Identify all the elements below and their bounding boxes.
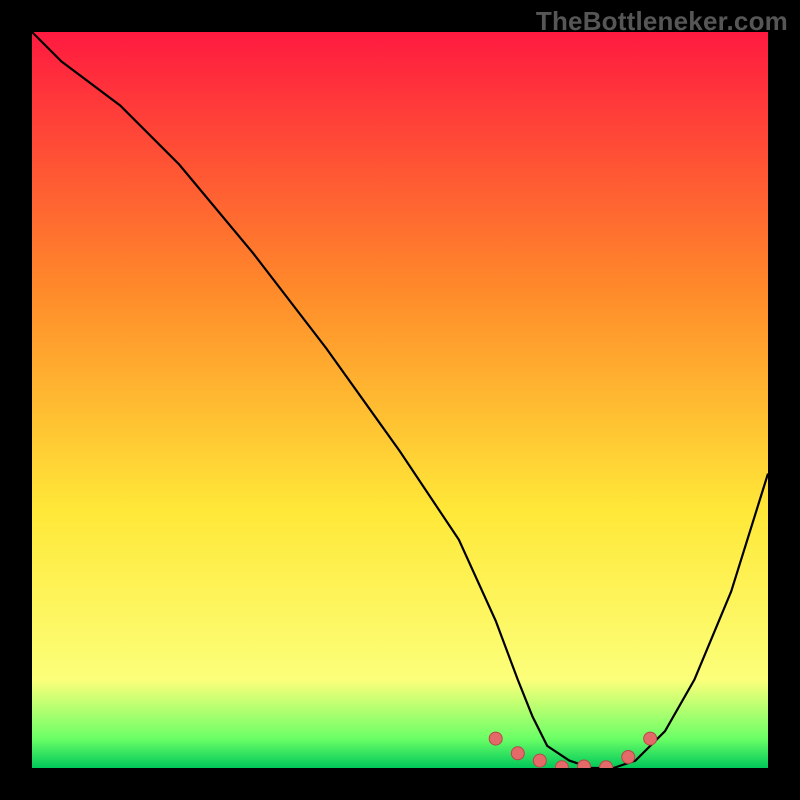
chart-svg xyxy=(32,32,768,768)
minimum-marker xyxy=(489,732,502,745)
minimum-marker xyxy=(578,760,591,768)
minimum-marker xyxy=(511,747,524,760)
minimum-marker xyxy=(533,754,546,767)
chart-frame: TheBottleneker.com xyxy=(0,0,800,800)
minimum-marker xyxy=(622,751,635,764)
minimum-marker xyxy=(644,732,657,745)
gradient-background xyxy=(32,32,768,768)
plot-area xyxy=(32,32,768,768)
